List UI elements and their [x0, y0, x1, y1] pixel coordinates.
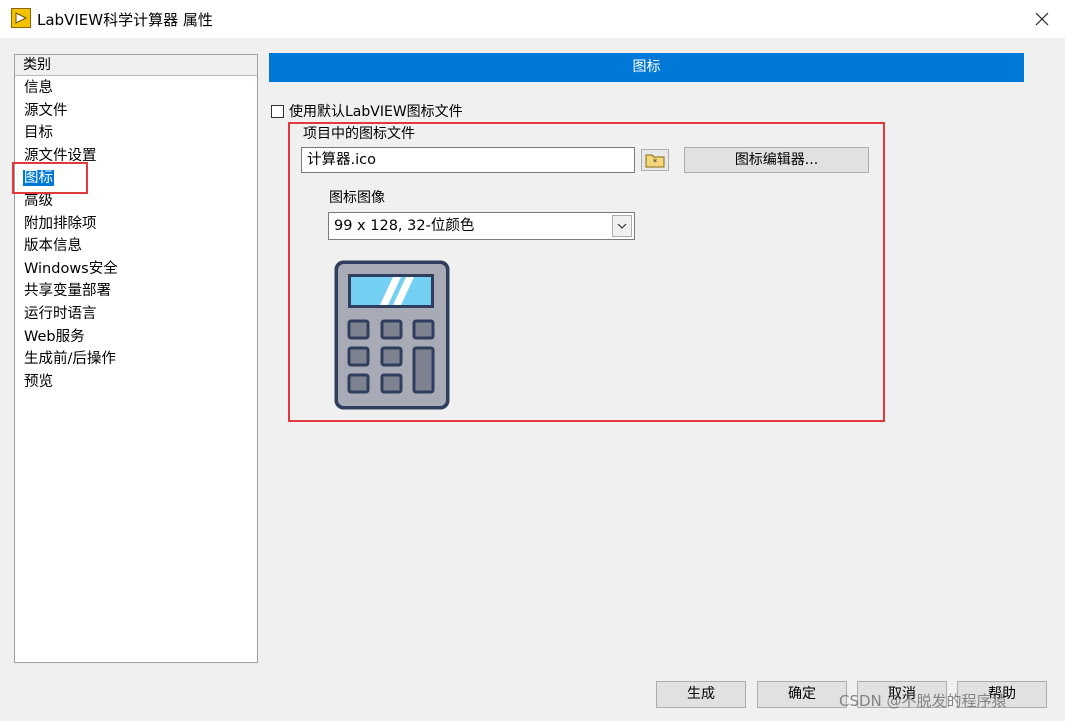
svg-text:*: *	[653, 158, 658, 168]
category-item-run-time-languages[interactable]: 运行时语言	[15, 303, 257, 326]
title-bar: LabVIEW科学计算器 属性	[0, 0, 1065, 38]
ok-button[interactable]: 确定	[757, 681, 847, 708]
category-item-info[interactable]: 信息	[15, 77, 257, 100]
category-item-web-services[interactable]: Web服务	[15, 326, 257, 349]
category-item-pre-post-build-actions[interactable]: 生成前/后操作	[15, 348, 257, 371]
window-title: LabVIEW科学计算器 属性	[37, 11, 213, 29]
icon-image-label: 图标图像	[329, 190, 385, 206]
category-list: 信息 源文件 目标 源文件设置 图标 高级 附加排除项 版本信息 Windows…	[15, 77, 257, 393]
calculator-icon	[334, 260, 450, 410]
section-header: 图标	[269, 53, 1024, 82]
use-default-icon-checkbox[interactable]	[271, 104, 284, 118]
category-item-shared-variable-deployment[interactable]: 共享变量部署	[15, 280, 257, 303]
use-default-icon-label: 使用默认LabVIEW图标文件	[289, 104, 463, 120]
folder-browse-icon: *	[645, 154, 665, 168]
icon-image-select[interactable]: 99 x 128, 32-位颜色	[328, 212, 635, 240]
category-item-windows-security[interactable]: Windows安全	[15, 258, 257, 281]
category-item-preview[interactable]: 预览	[15, 371, 257, 394]
category-item-version-info[interactable]: 版本信息	[15, 235, 257, 258]
close-icon	[1035, 12, 1049, 26]
build-button[interactable]: 生成	[656, 681, 746, 708]
category-panel: 类别 信息 源文件 目标 源文件设置 图标 高级 附加排除项 版本信息 Wind…	[14, 54, 258, 663]
close-button[interactable]	[1019, 0, 1065, 38]
chevron-down-icon	[617, 223, 627, 229]
icon-file-path-input[interactable]: 计算器.ico	[301, 147, 635, 173]
icon-image-selected-value: 99 x 128, 32-位颜色	[334, 218, 475, 234]
selected-category-highlight	[12, 162, 88, 194]
watermark: CSDN @不脱发的程序猿	[839, 692, 1007, 710]
browse-button[interactable]: *	[641, 149, 669, 171]
category-item-additional-exclusions[interactable]: 附加排除项	[15, 213, 257, 236]
category-item-destinations[interactable]: 目标	[15, 122, 257, 145]
category-header: 类别	[15, 55, 257, 76]
dropdown-arrow[interactable]	[612, 215, 632, 237]
icon-editor-button[interactable]: 图标编辑器...	[684, 147, 869, 173]
labview-app-icon	[11, 8, 31, 28]
category-item-source-files[interactable]: 源文件	[15, 100, 257, 123]
use-default-icon-option[interactable]: 使用默认LabVIEW图标文件	[271, 101, 463, 121]
icon-file-label: 项目中的图标文件	[303, 126, 415, 142]
